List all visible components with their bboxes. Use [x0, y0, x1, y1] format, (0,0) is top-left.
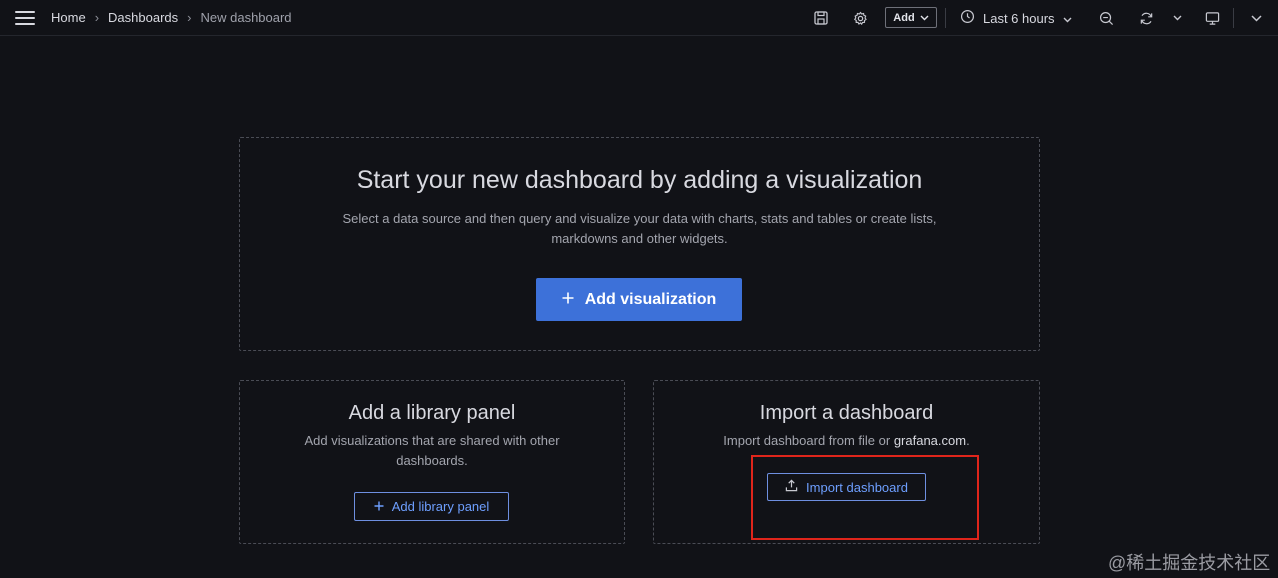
refresh-interval-chevron-icon[interactable]: [1167, 8, 1187, 28]
add-library-panel-button[interactable]: Add library panel: [354, 492, 509, 521]
hero-description: Select a data source and then query and …: [240, 209, 1039, 249]
import-dashboard-description: Import dashboard from file or grafana.co…: [654, 431, 1039, 451]
breadcrumb-dashboards[interactable]: Dashboards: [108, 10, 178, 25]
library-panel-title: Add a library panel: [348, 402, 516, 424]
toolbar-divider: [945, 8, 946, 28]
breadcrumb-separator: ›: [94, 10, 100, 25]
add-library-panel-label: Add library panel: [391, 499, 490, 514]
save-icon[interactable]: [811, 8, 831, 28]
chevron-down-icon: [920, 12, 929, 24]
library-panel-description: Add visualizations that are shared with …: [240, 431, 624, 471]
collapse-chevron-icon[interactable]: [1246, 8, 1266, 28]
gear-icon[interactable]: [850, 8, 870, 28]
menu-icon[interactable]: [15, 11, 35, 25]
top-navbar: Home › Dashboards › New dashboard Add La…: [0, 0, 1278, 36]
clock-icon: [960, 9, 975, 27]
plus-icon: [562, 291, 574, 309]
grafana-com-link[interactable]: grafana.com: [894, 433, 966, 448]
breadcrumb-home[interactable]: Home: [51, 10, 86, 25]
toolbar-divider: [1233, 8, 1234, 28]
breadcrumb: Home › Dashboards › New dashboard: [51, 10, 292, 25]
add-visualization-button[interactable]: Add visualization: [536, 278, 742, 321]
monitor-icon[interactable]: [1202, 8, 1222, 28]
chevron-down-icon: [1063, 11, 1072, 26]
hero-description-line2: markdowns and other widgets.: [551, 231, 728, 246]
time-range-picker[interactable]: Last 6 hours: [960, 8, 1072, 28]
zoom-out-icon[interactable]: [1096, 8, 1116, 28]
import-description-suffix: .: [966, 433, 970, 448]
time-range-label: Last 6 hours: [983, 10, 1055, 26]
add-visualization-label: Add visualization: [584, 290, 717, 308]
hero-description-line1: Select a data source and then query and …: [342, 211, 937, 226]
add-button-label: Add: [893, 11, 915, 24]
add-dropdown-button[interactable]: Add: [885, 7, 937, 28]
import-dashboard-title: Import a dashboard: [759, 402, 934, 424]
breadcrumb-current: New dashboard: [200, 10, 292, 25]
plus-icon: [374, 499, 384, 514]
highlight-annotation-box: [751, 455, 979, 540]
hero-title: Start your new dashboard by adding a vis…: [356, 166, 923, 194]
library-description-line1: Add visualizations that are shared with …: [304, 433, 560, 448]
import-description-prefix: Import dashboard from file or: [723, 433, 891, 448]
watermark-text: @稀土掘金技术社区: [1108, 553, 1271, 573]
library-description-line2: dashboards.: [396, 453, 468, 468]
breadcrumb-separator: ›: [187, 10, 192, 25]
refresh-icon[interactable]: [1136, 8, 1156, 28]
